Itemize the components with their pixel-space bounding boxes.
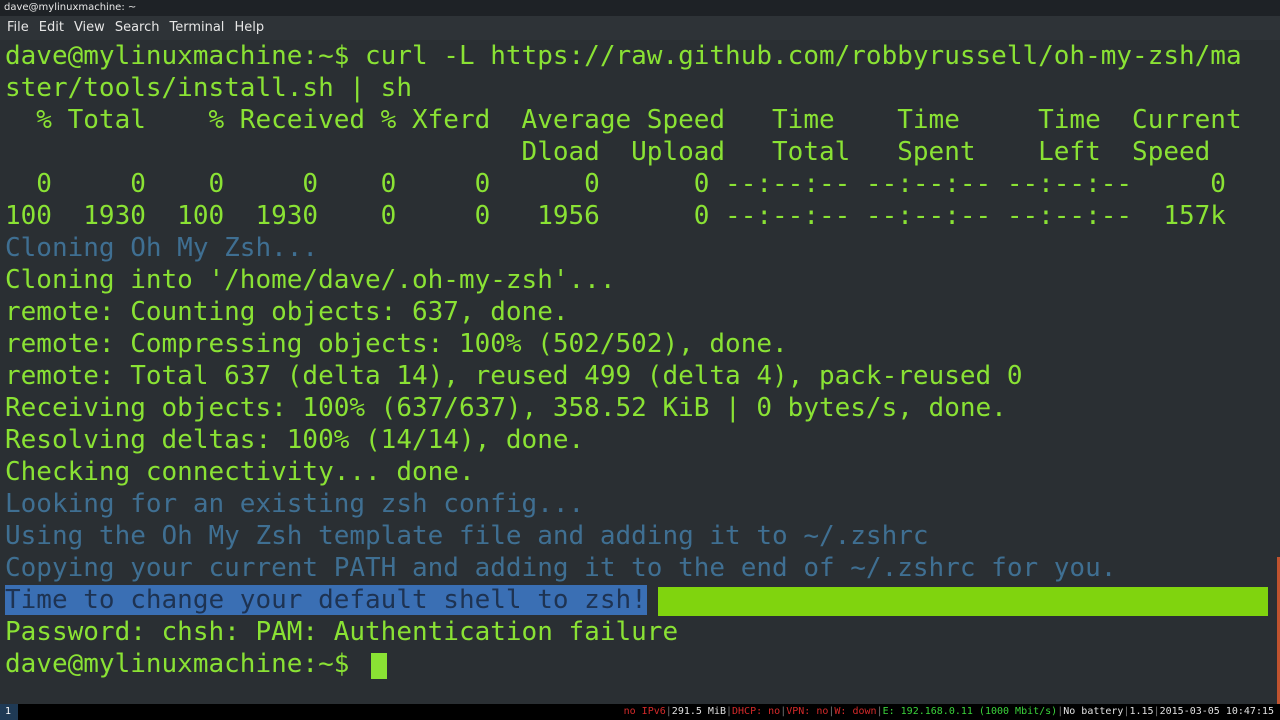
terminal-line-selected: Time to change your default shell to zsh…	[5, 584, 647, 616]
memory-status: 291.5 MiB	[671, 706, 726, 717]
window-title: dave@mylinuxmachine: ~	[0, 0, 1280, 16]
text-cursor	[371, 653, 387, 679]
menu-terminal[interactable]: Terminal	[169, 16, 224, 40]
terminal-line: 100 1930 100 1930 0 0 1956 0 --:--:-- --…	[5, 201, 1226, 231]
menu-view[interactable]: View	[74, 16, 105, 40]
terminal-line: remote: Compressing objects: 100% (502/5…	[5, 329, 788, 359]
terminal-line: Dload Upload Total Spent Left Speed	[5, 137, 1211, 167]
terminal-line: Copying your current PATH and adding it …	[5, 553, 1117, 583]
status-bar: 1 no IPv6 | 291.5 MiB | DHCP: no | VPN: no |…	[0, 704, 1280, 720]
menu-help[interactable]: Help	[234, 16, 264, 40]
terminal-prompt: dave@mylinuxmachine:~$	[5, 649, 366, 679]
selection-highlight	[658, 587, 1268, 616]
terminal-output[interactable]: dave@mylinuxmachine:~$ curl -L https://r…	[0, 40, 1280, 704]
terminal-line: Password: chsh: PAM: Authentication fail…	[5, 617, 679, 647]
terminal-line: Using the Oh My Zsh template file and ad…	[5, 521, 929, 551]
wireless-status: W: down	[834, 706, 877, 717]
menu-search[interactable]: Search	[115, 16, 160, 40]
workspace-indicator[interactable]: 1	[0, 704, 18, 720]
terminal-line: ster/tools/install.sh | sh	[5, 73, 412, 103]
dhcp-status: DHCP: no	[732, 706, 781, 717]
battery-status: No battery	[1063, 706, 1124, 717]
terminal-line: dave@mylinuxmachine:~$ curl -L https://r…	[5, 41, 1242, 71]
load-status: 1.15	[1129, 706, 1154, 717]
terminal-line: Looking for an existing zsh config...	[5, 489, 585, 519]
terminal-line: Resolving deltas: 100% (14/14), done.	[5, 425, 585, 455]
ethernet-status: E: 192.168.0.11 (1000 Mbit/s)	[882, 706, 1058, 717]
terminal-line: remote: Counting objects: 637, done.	[5, 297, 569, 327]
terminal-line: Cloning Oh My Zsh...	[5, 233, 319, 263]
terminal-line: Checking connectivity... done.	[5, 457, 475, 487]
terminal-line: % Total % Received % Xferd Average Speed…	[5, 105, 1242, 135]
terminal-line: Cloning into '/home/dave/.oh-my-zsh'...	[5, 265, 616, 295]
terminal-line: Receiving objects: 100% (637/637), 358.5…	[5, 393, 1007, 423]
ipv6-status: no IPv6	[623, 706, 666, 717]
menu-edit[interactable]: Edit	[39, 16, 64, 40]
menu-file[interactable]: File	[7, 16, 29, 40]
selected-text: Time to change your default shell to zsh…	[5, 585, 647, 615]
vpn-status: VPN: no	[786, 706, 829, 717]
menu-bar: File Edit View Search Terminal Help	[0, 16, 1280, 40]
clock: 2015-03-05 10:47:15	[1159, 706, 1274, 717]
terminal-line: 0 0 0 0 0 0 0 0 --:--:-- --:--:-- --:--:…	[5, 169, 1226, 199]
terminal-line: remote: Total 637 (delta 14), reused 499…	[5, 361, 1023, 391]
